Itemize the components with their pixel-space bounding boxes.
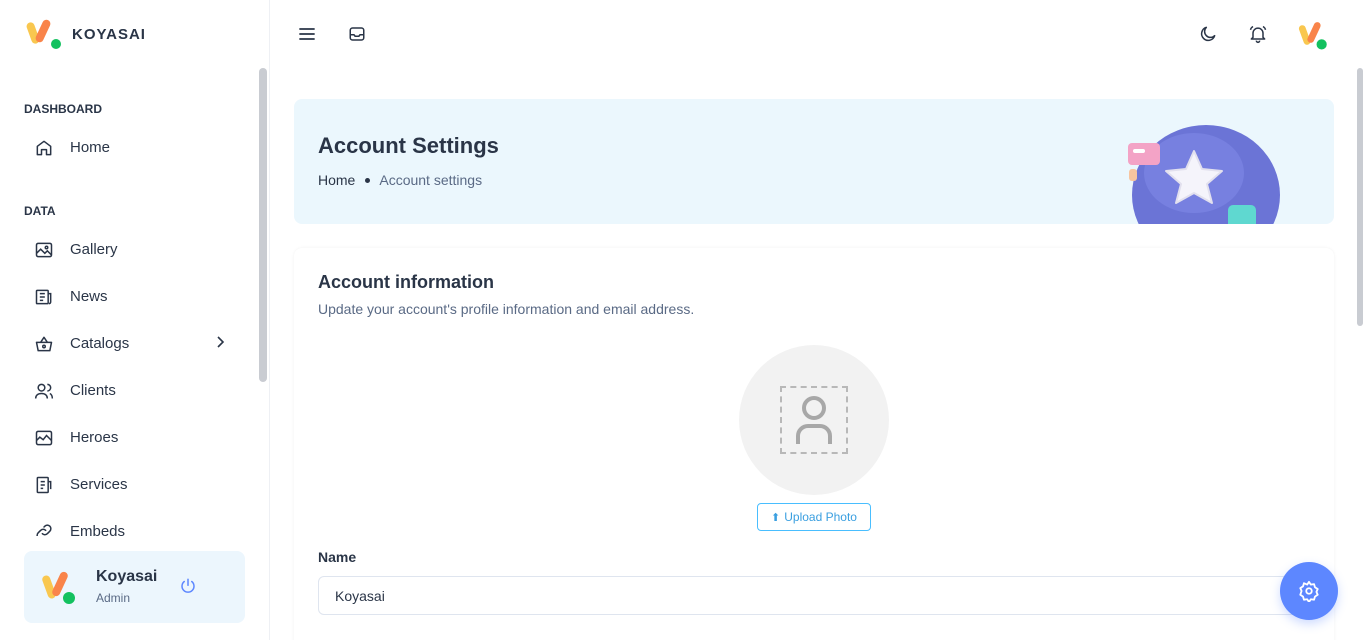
logout-power-icon[interactable] <box>179 577 197 595</box>
notification-bell-icon[interactable] <box>1246 22 1270 46</box>
upload-photo-label: Upload Photo <box>784 510 857 524</box>
home-icon <box>34 138 54 158</box>
page-scrollbar[interactable] <box>1357 68 1363 326</box>
image-icon <box>34 428 54 448</box>
sidebar-item-services[interactable]: Services <box>0 461 258 508</box>
user-placeholder-icon <box>780 386 848 454</box>
page-title: Account Settings <box>318 133 499 158</box>
brand-name: KOYASAI <box>72 25 146 43</box>
sidebar-item-label: News <box>70 288 108 305</box>
sidebar-item-label: Catalogs <box>70 335 130 352</box>
settings-fab-button[interactable] <box>1280 562 1338 620</box>
upload-icon: ⬆ <box>771 511 781 524</box>
news-icon <box>34 287 54 307</box>
brand-logo[interactable]: KOYASAI <box>26 16 146 52</box>
sidebar-item-news[interactable]: News <box>0 273 258 320</box>
chevron-right-icon <box>214 335 226 353</box>
sidebar-nav: DASHBOARD Home DATA Gallery News Catalog… <box>0 86 258 536</box>
inbox-icon[interactable] <box>345 22 369 46</box>
sidebar-item-gallery[interactable]: Gallery <box>0 226 258 273</box>
account-information-card: Account information Update your account'… <box>294 248 1334 640</box>
sidebar-item-label: Embeds <box>70 523 126 536</box>
sidebar-item-home[interactable]: Home <box>0 124 258 171</box>
koyasai-logo-icon <box>26 19 61 49</box>
section-description: Update your account's profile informatio… <box>318 301 695 317</box>
sidebar-item-catalogs[interactable]: Catalogs <box>0 320 258 367</box>
breadcrumb-current: Account settings <box>379 172 483 188</box>
basket-icon <box>34 334 54 354</box>
topbar-avatar[interactable] <box>1298 18 1330 52</box>
sidebar-item-clients[interactable]: Clients <box>0 367 258 414</box>
breadcrumb-home-link[interactable]: Home <box>318 172 355 188</box>
sidebar-item-label: Home <box>70 139 111 156</box>
sidebar-item-label: Gallery <box>70 241 118 258</box>
user-profile-card: Koyasai Admin <box>24 551 245 623</box>
star-illustration-icon <box>1128 125 1280 224</box>
link-icon <box>34 522 54 536</box>
profile-photo-placeholder[interactable] <box>739 345 889 495</box>
sidebar-item-heroes[interactable]: Heroes <box>0 414 258 461</box>
sidebar: KOYASAI DASHBOARD Home DATA Gallery News <box>0 0 270 640</box>
sidebar-scrollbar[interactable] <box>259 68 267 382</box>
section-title: Account information <box>318 272 494 292</box>
sidebar-item-label: Clients <box>70 382 116 399</box>
users-icon <box>34 381 54 401</box>
sidebar-item-label: Services <box>70 476 128 493</box>
avatar <box>42 571 75 604</box>
breadcrumb-separator <box>365 177 371 183</box>
dark-mode-moon-icon[interactable] <box>1196 22 1220 46</box>
user-role: Admin <box>96 591 131 605</box>
nav-section-data: DATA <box>24 204 56 218</box>
sidebar-item-label: Heroes <box>70 429 119 446</box>
upload-photo-button[interactable]: ⬆ Upload Photo <box>757 503 871 531</box>
breadcrumb: Home Account settings <box>318 172 482 188</box>
gallery-icon <box>34 240 54 260</box>
name-input[interactable] <box>318 576 1310 615</box>
nav-section-dashboard: DASHBOARD <box>24 102 102 116</box>
user-name: Koyasai <box>96 568 158 585</box>
menu-toggle-icon[interactable] <box>295 22 319 46</box>
clipboard-icon <box>34 475 54 495</box>
page-header-banner: Account Settings Home Account settings <box>294 99 1334 224</box>
sidebar-item-embeds[interactable]: Embeds <box>0 508 258 536</box>
name-label: Name <box>318 549 357 565</box>
